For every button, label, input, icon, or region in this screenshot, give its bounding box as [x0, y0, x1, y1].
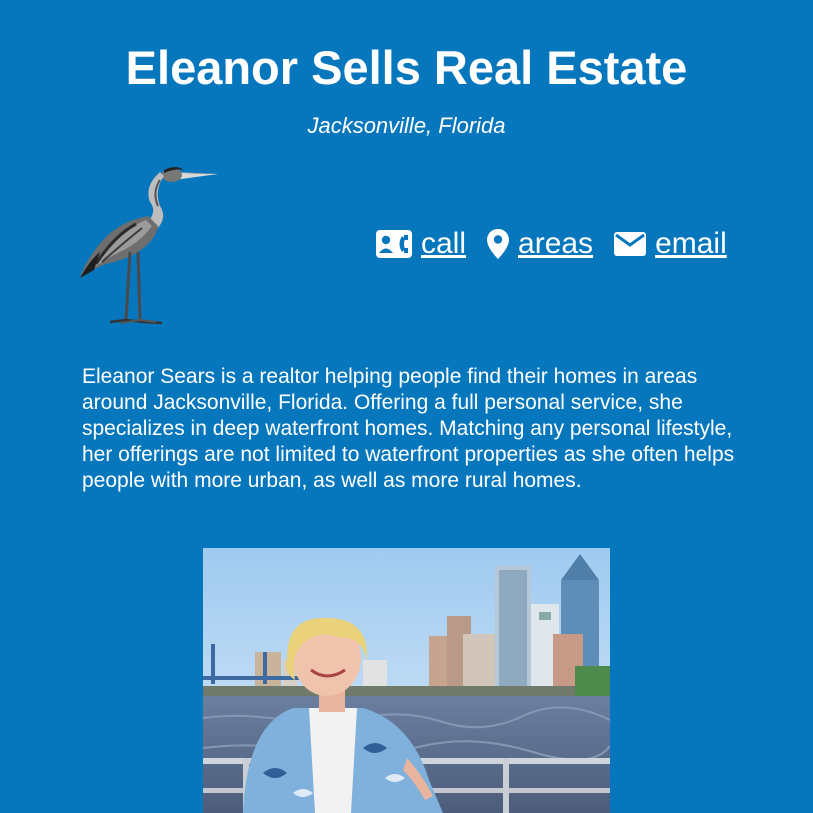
email-link[interactable]: email — [613, 227, 727, 261]
contact-nav: call areas email — [375, 222, 727, 266]
call-link[interactable]: call — [375, 227, 466, 261]
bio-text: Eleanor Sears is a realtor helping peopl… — [82, 365, 735, 492]
areas-link[interactable]: areas — [486, 227, 593, 261]
page-subtitle: Jacksonville, Florida — [307, 113, 506, 138]
page-title: Eleanor Sells Real Estate — [125, 41, 688, 94]
areas-label: areas — [518, 227, 594, 260]
envelope-icon — [614, 232, 647, 256]
email-label: email — [655, 227, 727, 260]
contact-phone-icon — [376, 230, 412, 258]
heron-logo — [80, 167, 218, 325]
call-label: call — [421, 227, 467, 260]
realtor-photo — [203, 548, 610, 813]
map-pin-icon — [487, 229, 510, 259]
